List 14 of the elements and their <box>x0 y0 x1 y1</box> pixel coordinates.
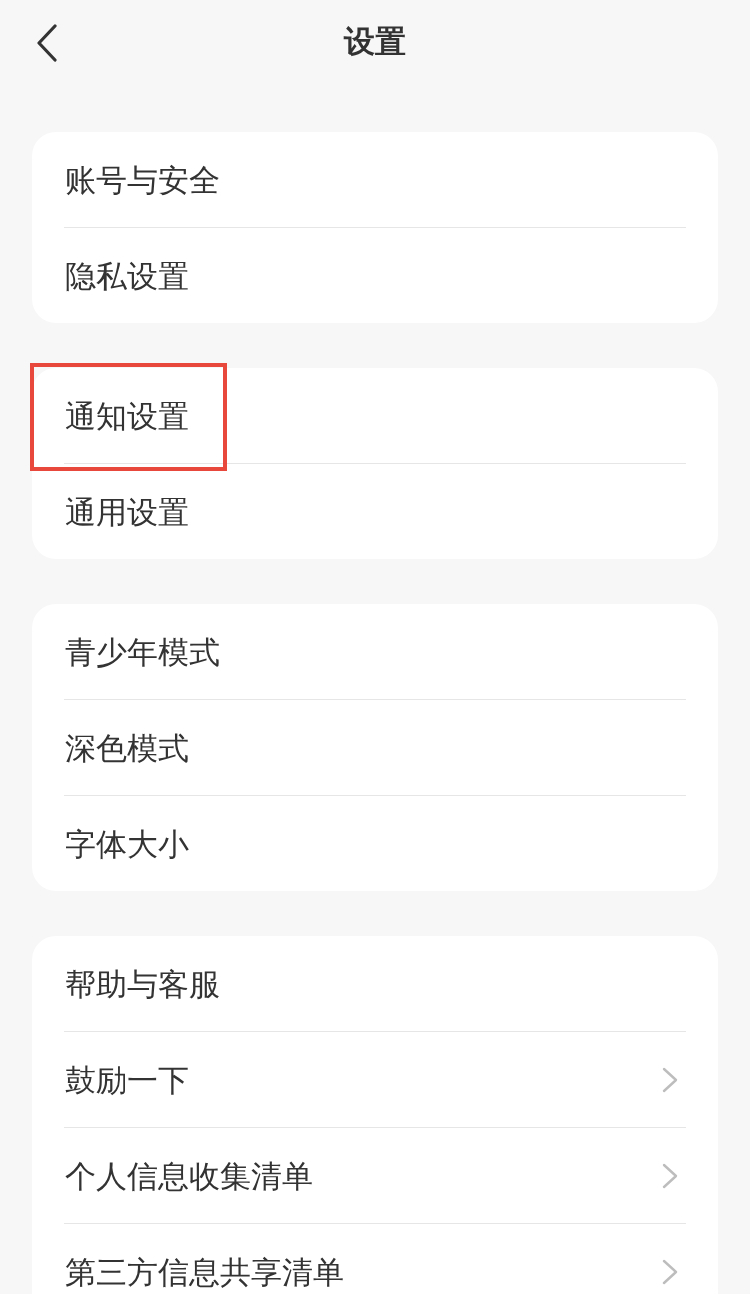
settings-item[interactable]: 通用设置 <box>32 464 718 559</box>
settings-item[interactable]: 账号与安全 <box>32 132 718 227</box>
settings-item[interactable]: 字体大小 <box>32 796 718 891</box>
settings-item[interactable]: 青少年模式 <box>32 604 718 699</box>
back-icon <box>36 24 58 62</box>
back-button[interactable] <box>36 24 58 62</box>
settings-item[interactable]: 通知设置 <box>32 368 718 463</box>
settings-item[interactable]: 鼓励一下 <box>32 1032 718 1127</box>
settings-item[interactable]: 深色模式 <box>32 700 718 795</box>
settings-item[interactable]: 隐私设置 <box>32 228 718 323</box>
settings-item[interactable]: 第三方信息共享清单 <box>32 1224 718 1294</box>
page-title: 设置 <box>344 22 406 61</box>
settings-item[interactable]: 个人信息收集清单 <box>32 1128 718 1223</box>
settings-item[interactable]: 帮助与客服 <box>32 936 718 1031</box>
